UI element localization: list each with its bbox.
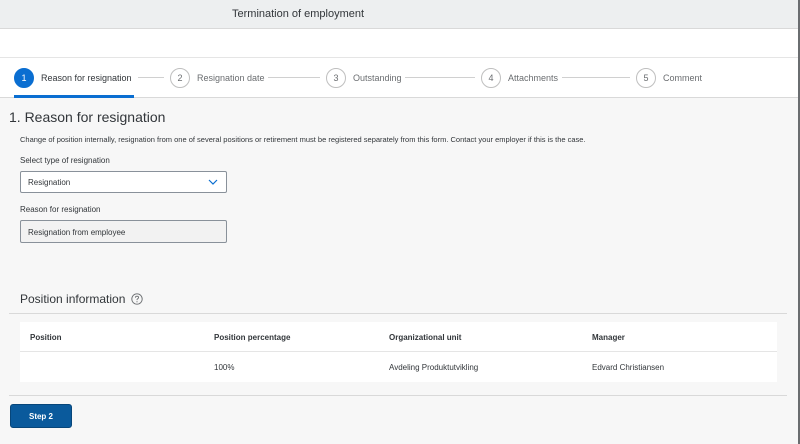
step-connector [562, 77, 630, 78]
step-label: Reason for resignation [41, 73, 132, 83]
step-label: Attachments [508, 73, 559, 83]
reason-field: Resignation from employee [20, 220, 227, 243]
column-header: Position percentage [214, 333, 291, 342]
step-number: 5 [636, 68, 656, 88]
active-step-indicator [14, 95, 134, 98]
wizard-step-3[interactable]: 3 Outstanding [326, 68, 402, 88]
column-header: Manager [592, 333, 625, 342]
wizard-step-2[interactable]: 2 Resignation date [170, 68, 265, 88]
wizard-step-1[interactable]: 1 Reason for resignation [14, 68, 132, 88]
info-text: Change of position internally, resignati… [20, 135, 586, 144]
wizard-step-5[interactable]: 5 Comment [636, 68, 702, 88]
position-title: Position information [20, 292, 144, 306]
cell-org-unit: Avdeling Produktutvikling [389, 363, 479, 372]
cell-manager: Edvard Christiansen [592, 363, 665, 372]
section-title: 1. Reason for resignation [9, 109, 166, 125]
step-number: 2 [170, 68, 190, 88]
page-title: Termination of employment [232, 8, 365, 20]
type-label: Select type of resignation [20, 156, 110, 165]
table-row: 100% Avdeling Produktutvikling Edvard Ch… [20, 352, 777, 382]
select-value: Resignation [28, 178, 71, 187]
divider [9, 395, 787, 396]
step-2-button[interactable]: Step 2 [10, 404, 72, 428]
step-label: Comment [663, 73, 703, 83]
position-title-text: Position information [20, 292, 126, 306]
reason-value: Resignation from employee [28, 228, 126, 237]
step-number: 1 [14, 68, 34, 88]
table-header: Position Position percentage Organizatio… [20, 322, 777, 352]
step-connector [138, 77, 164, 78]
step-connector [268, 77, 320, 78]
divider [9, 313, 787, 314]
reason-label: Reason for resignation [20, 205, 101, 214]
wizard-progress: 1 Reason for resignation 2 Resignation d… [0, 57, 798, 98]
column-header: Position [30, 333, 62, 342]
step-connector [405, 77, 475, 78]
cell-percentage: 100% [214, 363, 235, 372]
step-label: Resignation date [197, 73, 265, 83]
step-number: 4 [481, 68, 501, 88]
help-icon[interactable] [131, 293, 144, 305]
resignation-type-select[interactable]: Resignation [20, 171, 227, 193]
step-number: 3 [326, 68, 346, 88]
wizard-step-4[interactable]: 4 Attachments [481, 68, 558, 88]
step-label: Outstanding [353, 73, 402, 83]
header-spacer [0, 29, 798, 57]
column-header: Organizational unit [389, 333, 462, 342]
chevron-down-icon [208, 179, 218, 185]
position-table: Position Position percentage Organizatio… [20, 322, 777, 382]
app-header: Termination of employment [0, 0, 800, 29]
